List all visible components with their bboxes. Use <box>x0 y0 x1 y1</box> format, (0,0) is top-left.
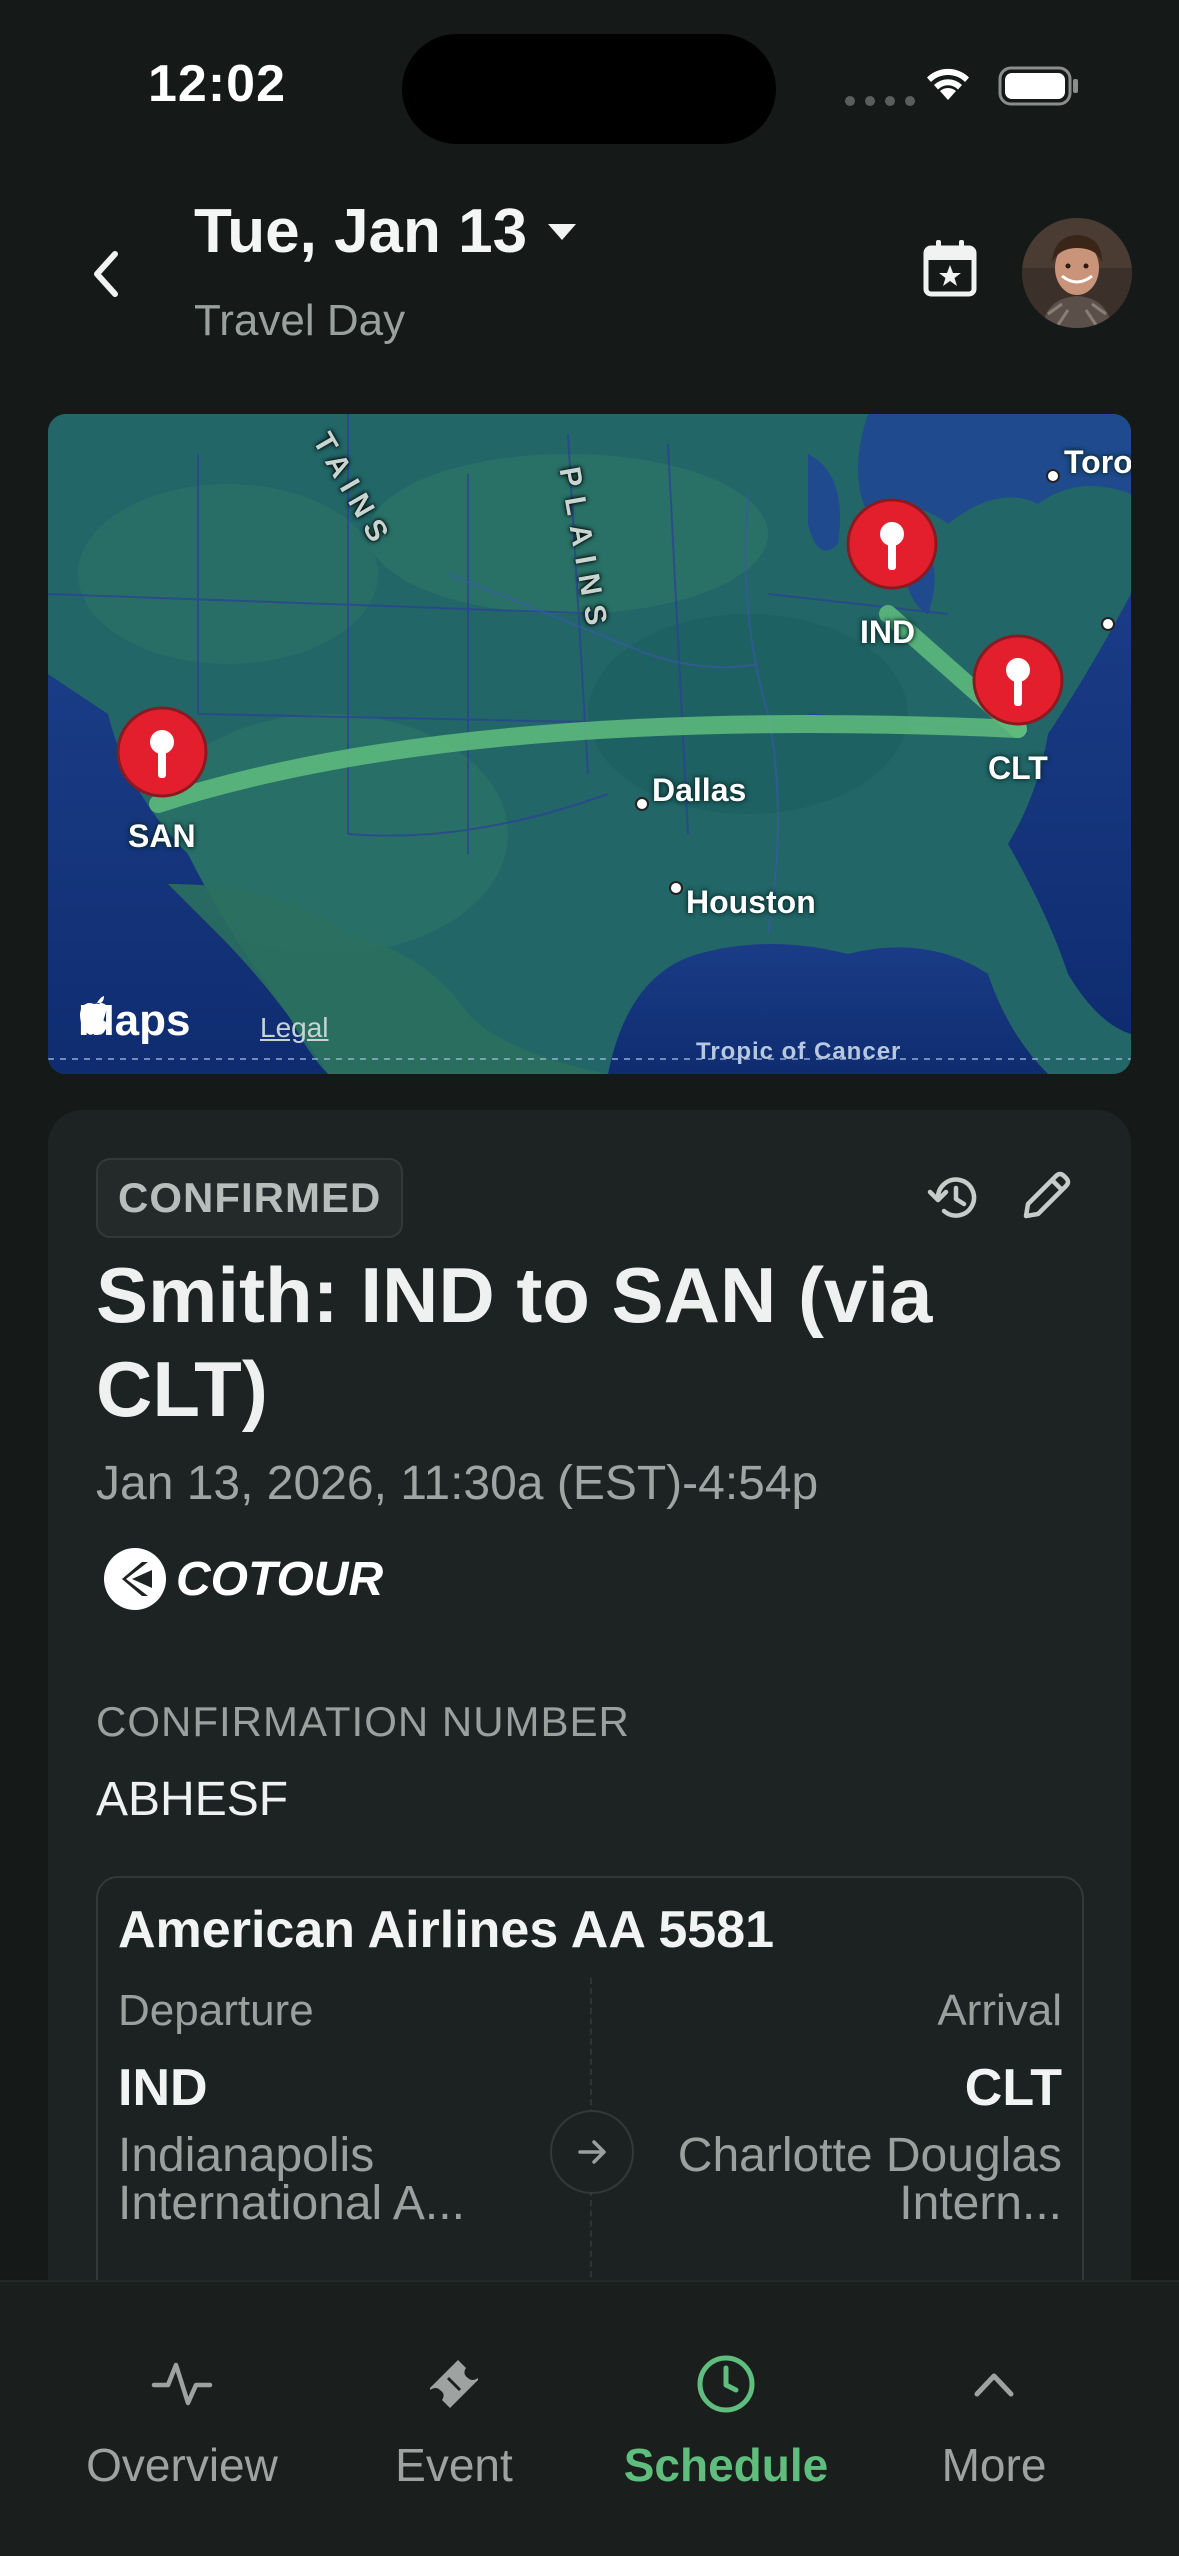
legal-link[interactable]: Legal <box>260 1012 329 1044</box>
pin-clt-icon[interactable] <box>968 632 1068 742</box>
arrival-airport: Charlotte Douglas Intern... <box>677 2129 1062 2230</box>
pencil-icon <box>1023 1171 1071 1219</box>
tab-overview[interactable]: Overview <box>52 2282 312 2502</box>
history-icon <box>927 1177 977 1218</box>
date-selector[interactable]: Tue, Jan 13 <box>194 196 579 267</box>
chevron-up-icon <box>974 2373 1014 2397</box>
calendar-star-icon <box>923 240 977 297</box>
tab-label: Overview <box>86 2439 278 2491</box>
status-time: 12:02 <box>148 55 286 113</box>
tab-event[interactable]: Event <box>324 2282 584 2502</box>
battery-icon <box>998 66 1078 106</box>
departure-code: IND <box>118 2059 208 2117</box>
cotour-mark-icon <box>104 1548 166 1610</box>
chevron-left-icon <box>94 251 118 297</box>
tab-label: More <box>941 2439 1047 2491</box>
arrival-code: CLT <box>964 2059 1062 2117</box>
event-card: CONFIRMED Smith: IND to SAN (via CLT) Ja… <box>48 1110 1131 2378</box>
tab-label: Event <box>395 2439 513 2491</box>
city-label: Houston <box>686 884 816 920</box>
caret-down-icon <box>548 223 577 240</box>
pin-label-clt: CLT <box>988 750 1048 786</box>
arrow-right-icon <box>550 2110 634 2194</box>
edit-button[interactable] <box>1014 1164 1078 1228</box>
departure-airport: Indianapolis International A... <box>118 2129 465 2230</box>
event-time: Jan 13, 2026, 11:30a (EST)-4:54p <box>96 1457 819 1510</box>
city-label: Dallas <box>652 772 747 808</box>
apple-icon <box>80 996 109 1035</box>
status-bar: 12:02 <box>0 0 1179 180</box>
tab-schedule[interactable]: Schedule <box>596 2282 856 2502</box>
tab-label: Schedule <box>623 2439 829 2491</box>
cellular-signal-icon <box>845 96 915 106</box>
screen: 12:02 Tue, Jan 13 Travel Day TAINS PLAIN… <box>0 0 1179 2556</box>
confirmation-label: CONFIRMATION NUMBER <box>96 1698 630 1745</box>
wifi-icon <box>927 68 969 100</box>
ticket-icon <box>430 2360 478 2408</box>
profile-photo <box>1022 218 1132 328</box>
history-button[interactable] <box>924 1166 988 1230</box>
route-map[interactable]: TAINS PLAINS SAN IND CLT Toro Dallas Hou… <box>48 414 1131 1074</box>
city-label: Toro <box>1064 444 1131 480</box>
departure-label: Departure <box>118 1986 314 2035</box>
tropic-label: Tropic of Cancer <box>696 1038 902 1065</box>
cotour-logo: COTOUR <box>102 1546 383 1612</box>
clock-icon <box>697 2355 755 2413</box>
pin-ind-icon[interactable] <box>842 496 942 606</box>
event-title: Smith: IND to SAN (via CLT) <box>96 1251 933 1433</box>
apple-maps-logo: Maps <box>78 996 190 1046</box>
tab-more[interactable]: More <box>864 2282 1124 2502</box>
pin-san-icon[interactable] <box>112 704 212 814</box>
flight-title: American Airlines AA 5581 <box>118 1901 775 1959</box>
confirmation-value[interactable]: ABHESF <box>96 1772 288 1827</box>
logo-text: COTOUR <box>176 1552 384 1606</box>
tab-bar: Overview Event Schedule More <box>0 2280 1179 2556</box>
pin-label-ind: IND <box>860 614 916 650</box>
arrival-label: Arrival <box>937 1986 1062 2035</box>
activity-icon <box>151 2362 213 2406</box>
dynamic-island <box>402 34 776 144</box>
avatar[interactable] <box>1022 218 1132 328</box>
page-subtitle: Travel Day <box>194 296 406 345</box>
pin-label-san: SAN <box>128 818 196 854</box>
calendar-button[interactable] <box>918 236 982 300</box>
status-badge: CONFIRMED <box>96 1158 404 1238</box>
page-title: Tue, Jan 13 <box>194 197 528 266</box>
back-button[interactable] <box>70 234 140 314</box>
